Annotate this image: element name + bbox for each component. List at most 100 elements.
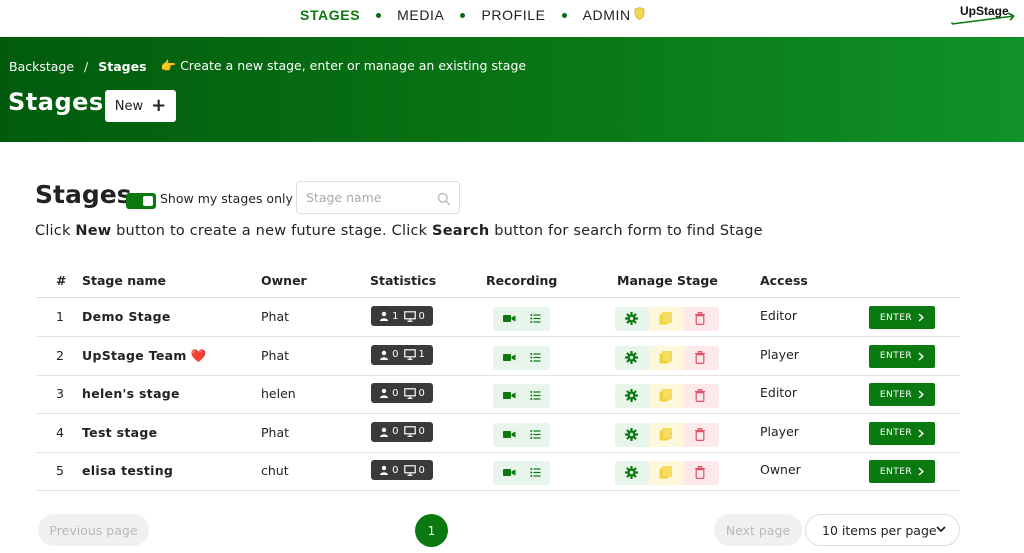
settings-button[interactable] <box>615 384 649 409</box>
new-stage-label: New <box>114 98 144 114</box>
clone-button[interactable] <box>649 345 684 370</box>
stage-name: elisa testing <box>82 463 177 478</box>
page-header: Backstage / Stages 👉 Create a new stage,… <box>0 37 1024 142</box>
stage-statistics: 0 0 <box>371 460 433 481</box>
table-row: 3 helen's stage helen 0 0 Editor ENTER <box>36 375 960 415</box>
chevron-down-icon <box>936 526 946 533</box>
stage-statistics: 0 1 <box>371 344 433 365</box>
chevron-right-icon <box>918 429 925 438</box>
new-stage-button[interactable]: New + <box>105 90 176 122</box>
list-icon[interactable] <box>530 313 541 324</box>
items-per-page-value: 10 items per page <box>822 522 937 538</box>
list-icon[interactable] <box>530 467 541 478</box>
delete-button[interactable] <box>684 422 719 447</box>
user-icon <box>380 311 389 321</box>
video-camera-icon[interactable] <box>503 313 516 324</box>
list-icon[interactable] <box>530 429 541 440</box>
settings-button[interactable] <box>615 461 649 486</box>
enter-label: ENTER <box>879 389 913 400</box>
settings-button[interactable] <box>615 307 649 331</box>
page-1-button[interactable]: 1 <box>415 514 448 547</box>
delete-button[interactable] <box>684 307 719 331</box>
audience-count: 0 <box>418 310 425 322</box>
stage-access: Player <box>760 423 799 439</box>
enter-stage-button[interactable]: ENTER <box>869 383 935 407</box>
upstage-logo[interactable]: UpStage <box>948 2 1018 28</box>
nav-separator <box>561 12 567 18</box>
recording-actions <box>493 345 550 370</box>
chevron-right-icon <box>918 352 925 361</box>
help-text-part: button for search form to find Stage <box>489 223 763 239</box>
stage-name-text: Demo Stage <box>82 309 171 324</box>
delete-button[interactable] <box>684 345 719 370</box>
video-camera-icon[interactable] <box>503 390 516 401</box>
stage-name: helen's stage <box>82 386 184 401</box>
header-stage-name: Stage name <box>82 273 167 288</box>
monitor-icon <box>403 426 416 438</box>
stage-name: Test stage <box>82 425 161 440</box>
list-icon[interactable] <box>530 352 541 363</box>
help-text-part: Click <box>35 223 76 239</box>
nav-stages[interactable]: STAGES <box>300 7 360 23</box>
items-per-page-select[interactable]: 10 items per page <box>805 514 960 546</box>
delete-button[interactable] <box>684 461 719 486</box>
enter-label: ENTER <box>879 428 913 439</box>
settings-button[interactable] <box>615 422 649 447</box>
chevron-right-icon <box>918 313 925 322</box>
stage-access: Editor <box>760 308 797 323</box>
enter-label: ENTER <box>879 312 913 323</box>
clone-button[interactable] <box>649 461 684 486</box>
clone-button[interactable] <box>649 422 684 447</box>
section-title: Stages <box>35 180 132 209</box>
breadcrumb-separator: / <box>84 58 89 74</box>
page-title: Stages <box>8 88 104 116</box>
table-header: # Stage name Owner Statistics Recording … <box>36 261 960 298</box>
gear-icon <box>625 466 638 480</box>
recording-actions <box>493 461 550 486</box>
manage-stage-actions <box>615 422 719 447</box>
stage-name-search-input[interactable] <box>297 182 437 213</box>
list-icon[interactable] <box>530 390 541 401</box>
monitor-icon <box>403 349 416 360</box>
players-count: 0 <box>392 426 399 438</box>
previous-page-button[interactable]: Previous page <box>38 514 149 546</box>
my-stages-toggle[interactable] <box>126 193 156 209</box>
recording-actions <box>493 384 550 409</box>
clone-button[interactable] <box>649 307 684 331</box>
video-camera-icon[interactable] <box>503 467 516 478</box>
search-box <box>296 181 460 214</box>
search-icon[interactable] <box>437 191 451 206</box>
table-row: 4 Test stage Phat 0 0 Player ENTER <box>36 414 960 453</box>
header-access: Access <box>760 273 808 288</box>
settings-button[interactable] <box>615 345 649 370</box>
stage-owner: helen <box>261 386 296 402</box>
breadcrumb-backstage[interactable]: Backstage <box>9 59 74 74</box>
nav-media[interactable]: MEDIA <box>397 7 444 23</box>
shield-icon <box>634 7 645 23</box>
gear-icon <box>625 350 638 364</box>
nav-profile[interactable]: PROFILE <box>481 7 545 23</box>
copy-icon <box>659 427 672 441</box>
stage-name-text: Test stage <box>82 424 158 440</box>
my-stages-toggle-label[interactable]: Show my stages only <box>160 191 293 206</box>
top-navbar: STAGES MEDIA PROFILE ADMIN UpStage <box>0 0 1024 37</box>
stage-owner: Phat <box>261 424 290 440</box>
next-page-button[interactable]: Next page <box>714 514 802 546</box>
clone-button[interactable] <box>649 384 684 409</box>
stage-name: UpStage Team ❤️ <box>82 348 207 364</box>
monitor-icon <box>403 465 416 476</box>
manage-stage-actions <box>615 307 719 331</box>
plus-icon: + <box>151 95 167 116</box>
nav-admin[interactable]: ADMIN <box>583 7 645 23</box>
delete-button[interactable] <box>684 384 719 409</box>
enter-stage-button[interactable]: ENTER <box>869 421 935 445</box>
video-camera-icon[interactable] <box>503 352 516 363</box>
video-camera-icon[interactable] <box>503 429 516 440</box>
header-manage-stage: Manage Stage <box>617 273 718 288</box>
enter-stage-button[interactable]: ENTER <box>869 344 935 368</box>
enter-label: ENTER <box>879 351 913 362</box>
trash-icon <box>695 389 705 403</box>
header-recording: Recording <box>486 273 558 288</box>
enter-stage-button[interactable]: ENTER <box>869 460 935 484</box>
enter-stage-button[interactable]: ENTER <box>869 306 935 329</box>
